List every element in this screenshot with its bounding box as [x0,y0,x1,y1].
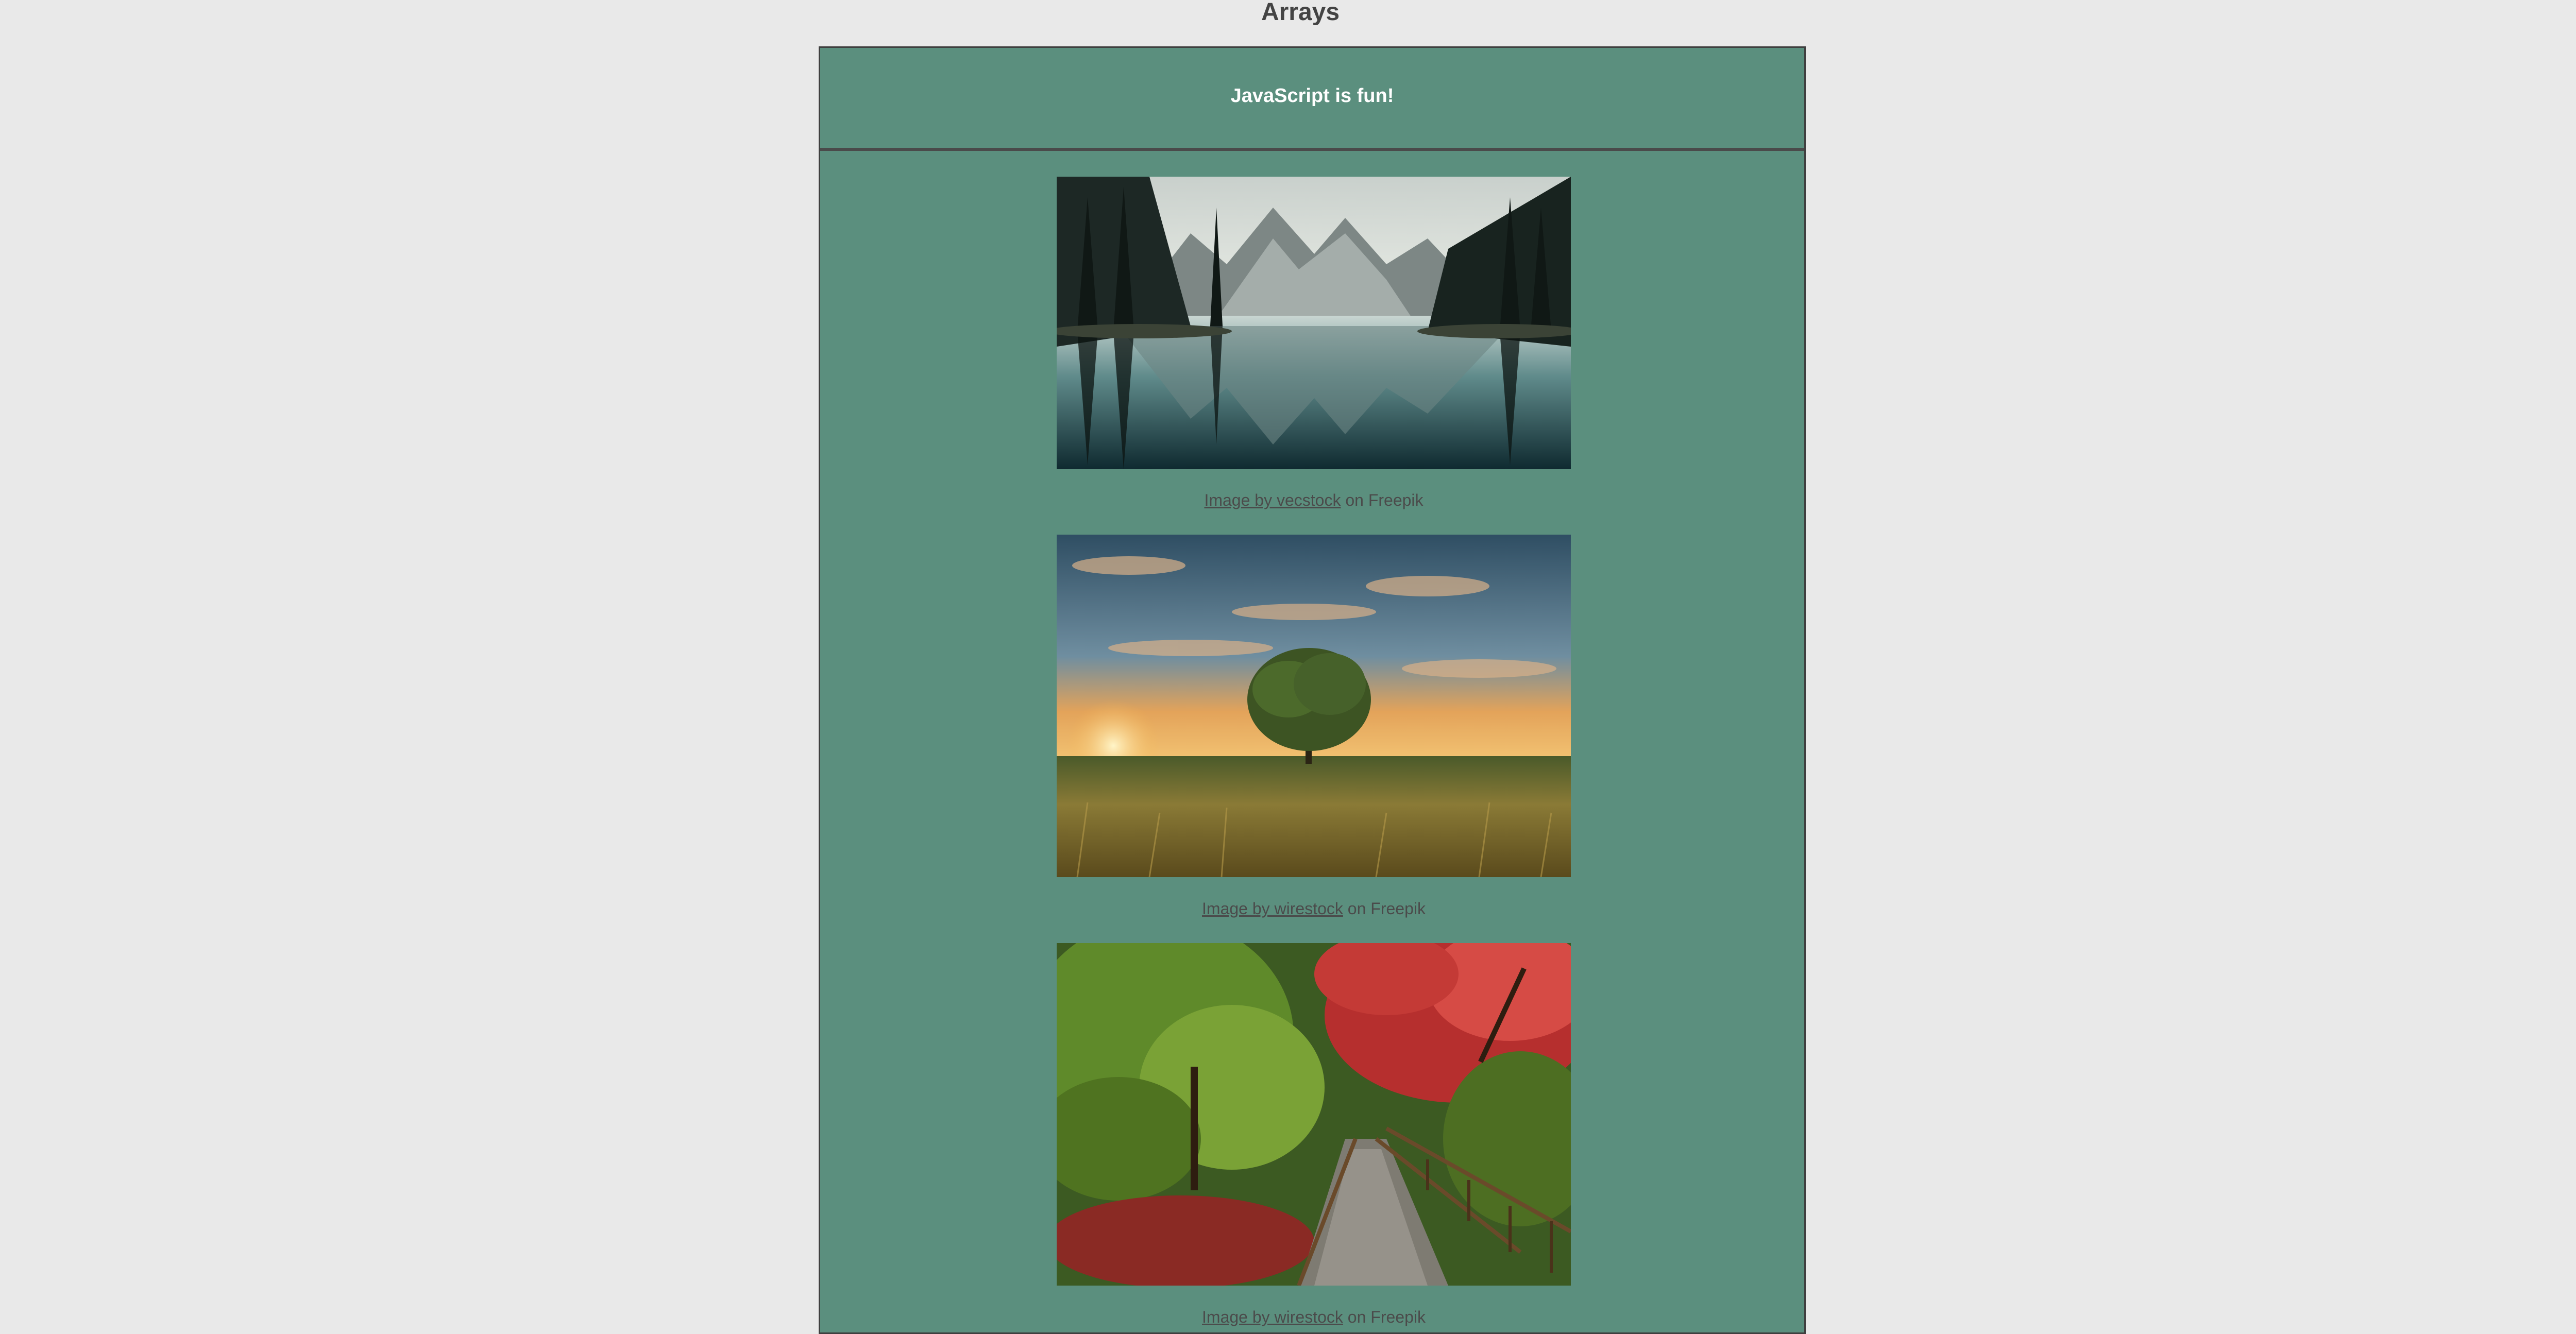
credit-suffix: on Freepik [1343,1308,1426,1326]
credit-suffix: on Freepik [1341,491,1423,509]
gallery-item: Image by wirestock on Freepik [1057,535,1571,918]
gallery-item: Image by wirestock on Freepik [1057,943,1571,1326]
credit-link[interactable]: Image by vecstock [1204,491,1341,509]
page-title: Arrays [1261,0,1340,26]
credit-link[interactable]: Image by wirestock [1202,1308,1343,1326]
image-credit: Image by wirestock on Freepik [953,899,1674,918]
banner: JavaScript is fun! [820,48,1804,151]
content-panel: JavaScript is fun! Image by vecstock on … [819,46,1806,1334]
banner-text: JavaScript is fun! [1230,84,1394,107]
image-credit: Image by vecstock on Freepik [953,491,1674,510]
gallery-item: Image by vecstock on Freepik [1057,177,1571,509]
garden-path-image [1057,943,1571,1286]
mountain-lake-image [1057,177,1571,469]
image-credit: Image by wirestock on Freepik [953,1308,1674,1327]
credit-link[interactable]: Image by wirestock [1202,899,1343,918]
tree-field-image [1057,535,1571,877]
credit-suffix: on Freepik [1343,899,1426,918]
